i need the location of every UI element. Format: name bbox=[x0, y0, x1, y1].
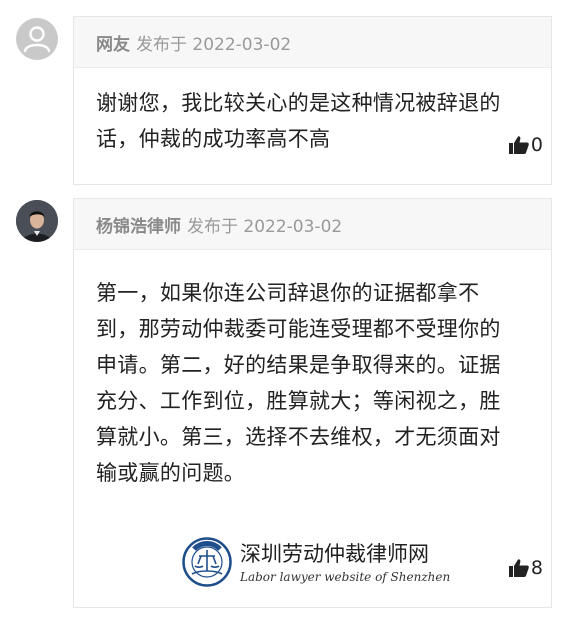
like-count: 8 bbox=[530, 557, 543, 579]
text-line: 话，仲裁的成功率高不高 bbox=[96, 127, 331, 151]
text-line: 算就小。第三，选择不去维权，才无须面对 bbox=[96, 425, 501, 449]
avatar[interactable] bbox=[16, 200, 58, 242]
avatar[interactable] bbox=[16, 18, 58, 60]
post-date: 发布于 2022-03-02 bbox=[136, 34, 292, 55]
text-line: 输或赢的问题。 bbox=[96, 461, 246, 485]
author-name[interactable]: 网友 bbox=[96, 30, 130, 55]
text-line: 到，那劳动仲裁委可能连受理都不受理你的 bbox=[96, 317, 501, 341]
text-line: 申请。第二，好的结果是争取得来的。证据 bbox=[96, 353, 501, 377]
lawyer-photo bbox=[16, 200, 58, 242]
post-date: 发布于 2022-03-02 bbox=[187, 216, 343, 237]
text-line: 充分、工作到位，胜算就大；等闲视之，胜 bbox=[96, 389, 501, 413]
law-seal-logo bbox=[182, 537, 232, 587]
thumbs-up-icon bbox=[508, 559, 529, 577]
like-button[interactable]: 8 bbox=[508, 557, 543, 579]
text-line: 谢谢您，我比较关心的是这种情况被辞退的 bbox=[96, 91, 501, 115]
like-button[interactable]: 0 bbox=[508, 134, 543, 156]
comment-card: 杨锦浩律师 发布于 2022-03-02 第一，如果你连公司辞退你的证据都拿不 … bbox=[73, 198, 552, 608]
watermark-title: 深圳劳动仲裁律师网 bbox=[240, 541, 429, 566]
user-icon bbox=[23, 26, 51, 53]
comment-header: 网友 发布于 2022-03-02 bbox=[74, 17, 551, 68]
comment-card: 网友 发布于 2022-03-02 谢谢您，我比较关心的是这种情况被辞退的 话，… bbox=[73, 16, 552, 185]
watermark-subtitle: Labor lawyer website of Shenzhen bbox=[240, 569, 451, 584]
comment-header: 杨锦浩律师 发布于 2022-03-02 bbox=[74, 199, 551, 250]
comment-text: 第一，如果你连公司辞退你的证据都拿不 到，那劳动仲裁委可能连受理都不受理你的 申… bbox=[96, 275, 529, 491]
text-line: 第一，如果你连公司辞退你的证据都拿不 bbox=[96, 281, 480, 305]
thumbs-up-icon bbox=[508, 136, 529, 154]
site-watermark: 深圳劳动仲裁律师网 Labor lawyer website of Shenzh… bbox=[182, 537, 450, 587]
like-count: 0 bbox=[530, 134, 543, 156]
comment-text: 谢谢您，我比较关心的是这种情况被辞退的 话，仲裁的成功率高不高 bbox=[96, 85, 529, 157]
author-name[interactable]: 杨锦浩律师 bbox=[96, 212, 181, 237]
